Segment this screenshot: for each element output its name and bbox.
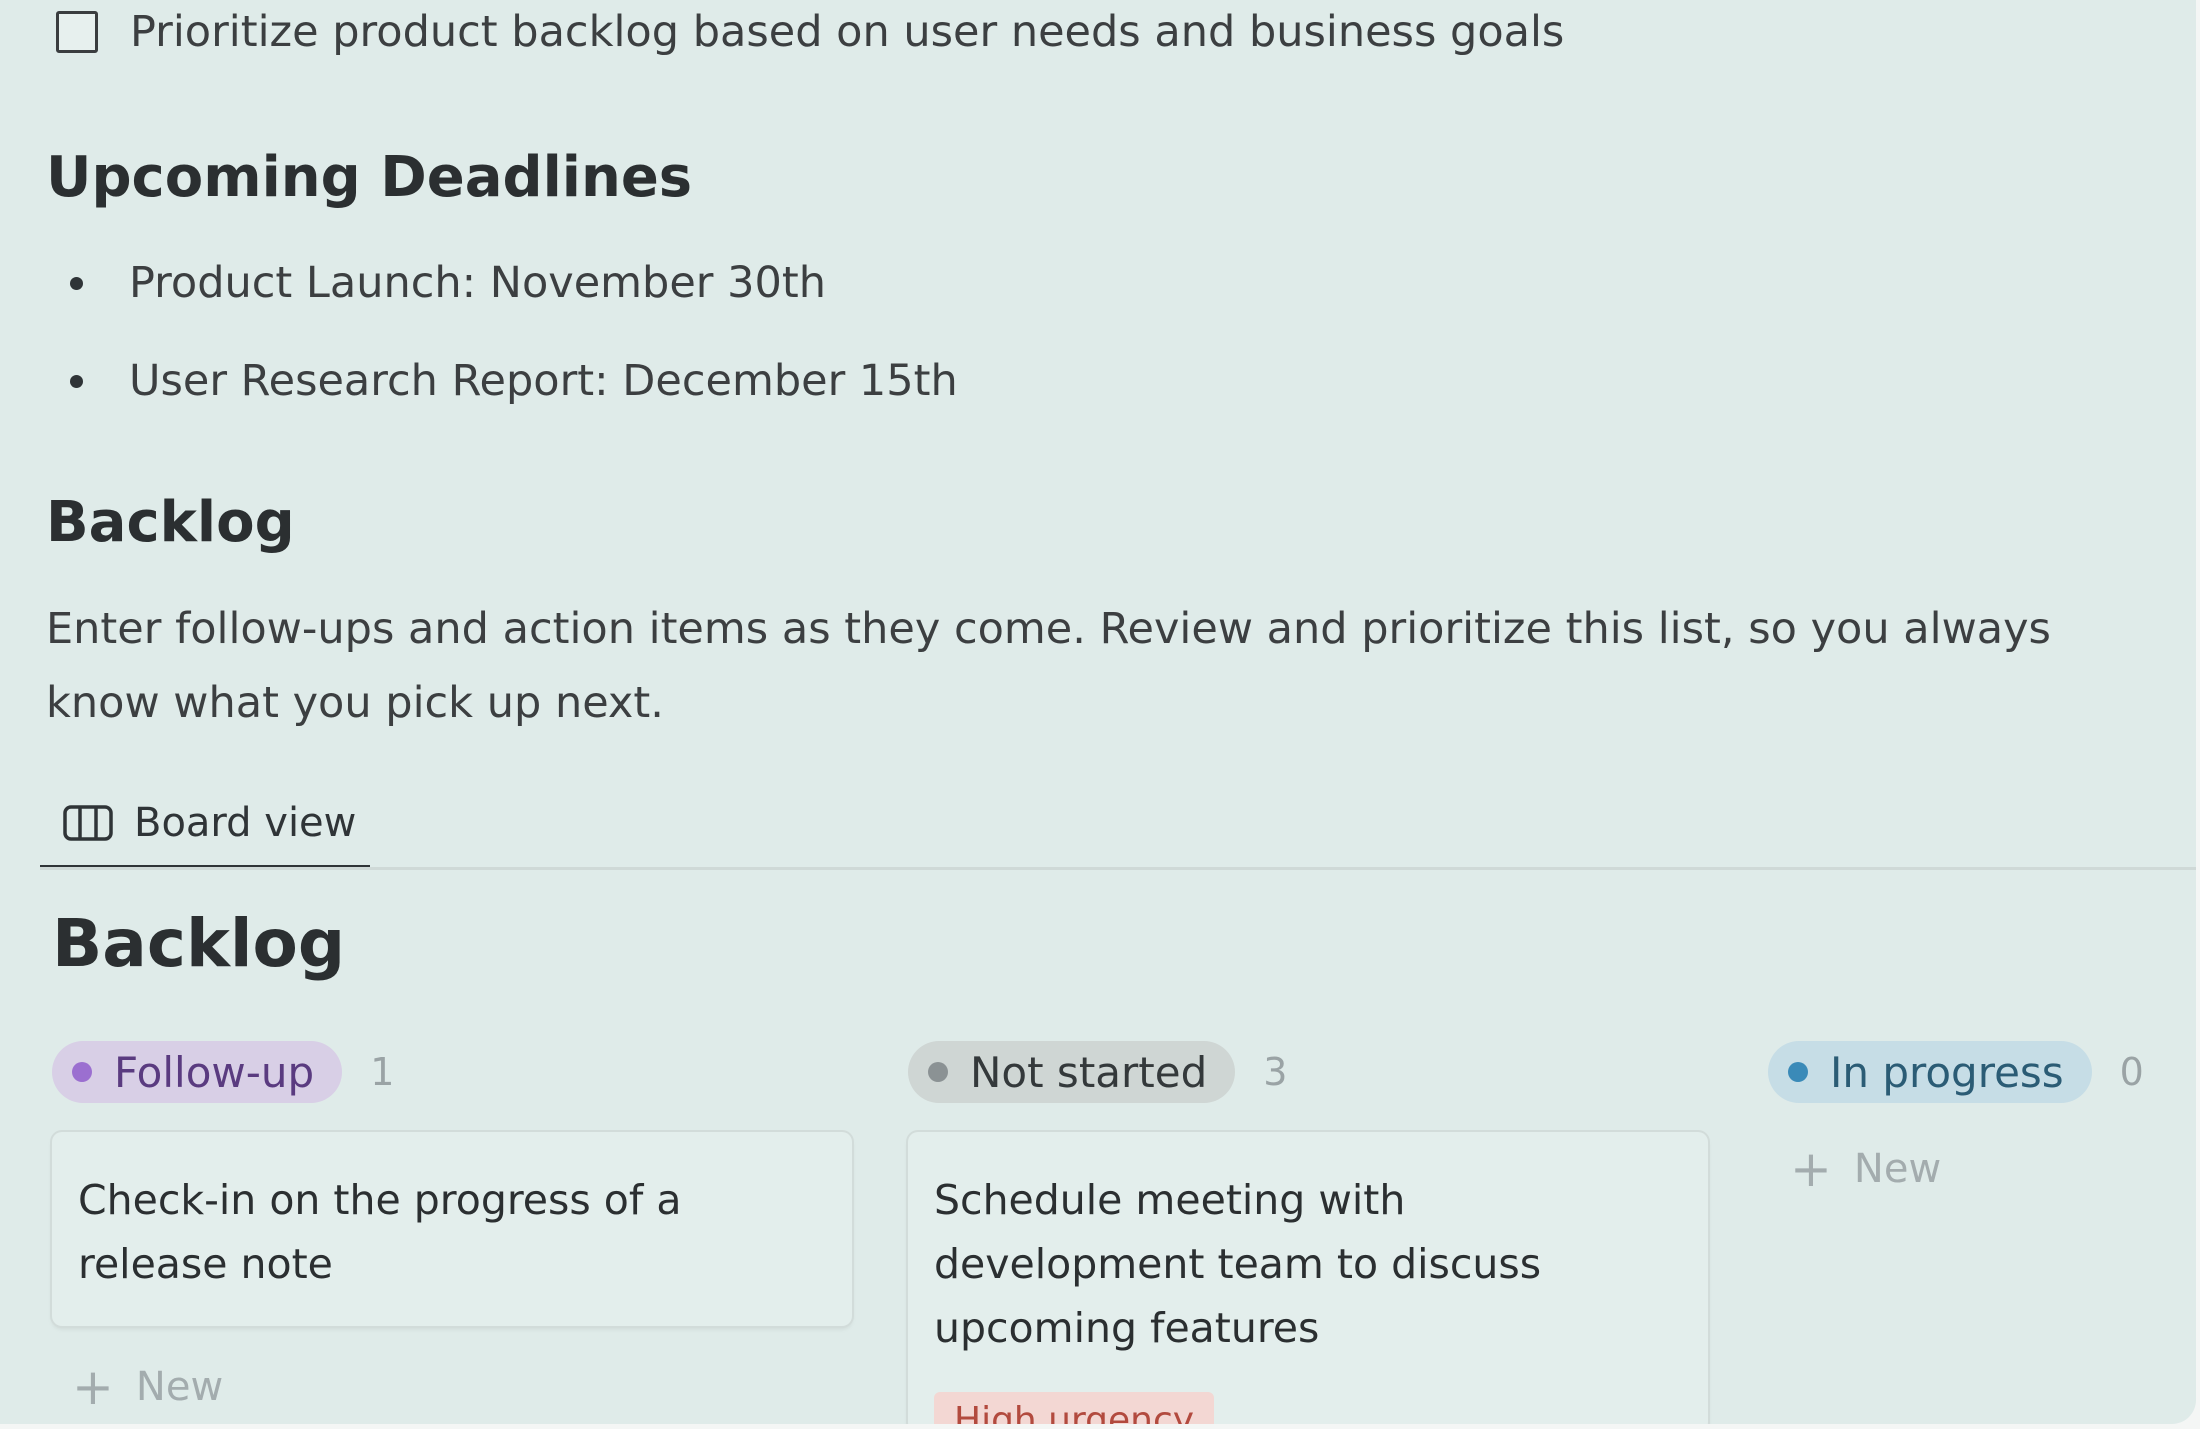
deadline-text: Product Launch: November 30th [129, 258, 826, 308]
todo-checkbox[interactable] [56, 11, 98, 53]
new-label: New [1853, 1146, 1942, 1192]
board-column-follow-up: Follow-up 1 Check-in on the progress of … [52, 1040, 852, 1412]
tab-label: Board view [134, 799, 357, 846]
column-header: Follow-up 1 [52, 1040, 852, 1104]
status-dot-icon [1788, 1062, 1808, 1082]
urgency-tag: High urgency [934, 1392, 1215, 1424]
card-title: Schedule meeting with development team t… [934, 1176, 1542, 1352]
column-header: In progress 0 [1768, 1040, 2188, 1104]
tab-board-view[interactable]: Board view [40, 780, 370, 870]
tab-divider [40, 867, 2196, 870]
page-panel: Prioritize product backlog based on user… [0, 0, 2196, 1424]
deadlines-heading: Upcoming Deadlines [46, 145, 693, 210]
card-title: Check-in on the progress of a release no… [78, 1176, 682, 1288]
backlog-heading: Backlog [46, 490, 295, 555]
status-label: Not started [970, 1047, 1208, 1097]
status-pill-follow-up[interactable]: Follow-up [52, 1041, 343, 1103]
status-pill-in-progress[interactable]: In progress [1768, 1041, 2092, 1103]
board-title: Backlog [52, 905, 346, 982]
new-card-button[interactable]: + New [1790, 1144, 2188, 1194]
status-dot-icon [928, 1062, 948, 1082]
bullet-icon [70, 374, 83, 388]
board-card[interactable]: Schedule meeting with development team t… [908, 1132, 1708, 1424]
column-count: 1 [370, 1050, 395, 1094]
status-pill-not-started[interactable]: Not started [908, 1041, 1236, 1103]
new-label: New [135, 1364, 224, 1410]
column-count: 0 [2119, 1050, 2144, 1094]
board-column-in-progress: In progress 0 + New [1768, 1040, 2188, 1194]
list-item: Product Launch: November 30th [70, 252, 958, 314]
board-view-icon [63, 804, 113, 841]
plus-icon: + [1790, 1140, 1832, 1198]
board-column-not-started: Not started 3 Schedule meeting with deve… [908, 1040, 1708, 1424]
plus-icon: + [72, 1358, 114, 1416]
column-header: Not started 3 [908, 1040, 1708, 1104]
board-card[interactable]: Check-in on the progress of a release no… [52, 1132, 852, 1326]
list-item: User Research Report: December 15th [70, 350, 958, 412]
todo-item: Prioritize product backlog based on user… [56, 6, 1564, 58]
deadline-text: User Research Report: December 15th [129, 356, 958, 406]
todo-text: Prioritize product backlog based on user… [130, 7, 1565, 57]
new-card-button[interactable]: + New [72, 1362, 852, 1412]
deadlines-list: Product Launch: November 30th User Resea… [70, 252, 958, 448]
status-dot-icon [72, 1062, 92, 1082]
backlog-description: Enter follow-ups and action items as the… [46, 604, 2051, 728]
column-count: 3 [1263, 1050, 1288, 1094]
status-label: Follow-up [114, 1047, 315, 1097]
status-label: In progress [1830, 1047, 2064, 1097]
bullet-icon [70, 276, 83, 290]
